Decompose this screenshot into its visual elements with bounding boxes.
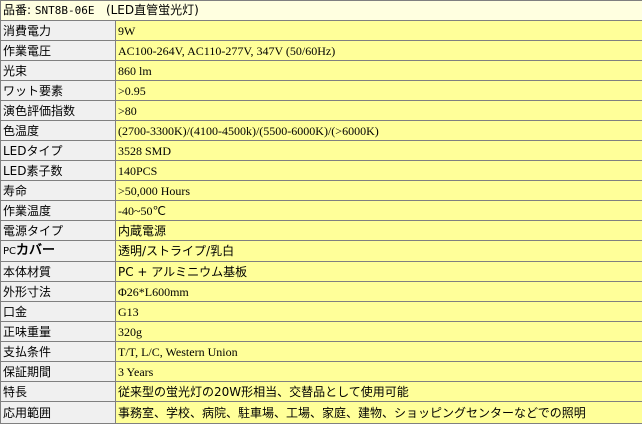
spec-label: 電源タイプ — [0, 220, 116, 241]
spec-value: >50,000 Hours — [115, 180, 642, 201]
product-code: SNT8B-06E — [34, 4, 95, 17]
spec-value: 事務室、学校、病院、駐車場、工場、家庭、建物、ショッピングセンターなどでの照明 — [115, 401, 642, 424]
spec-value: >0.95 — [115, 80, 642, 101]
spec-row-power-factor: ワット要素 >0.95 — [0, 80, 642, 101]
spec-value: 内蔵電源 — [115, 220, 642, 241]
spec-label: 口金 — [0, 301, 116, 322]
spec-label: 色温度 — [0, 120, 116, 141]
spec-row-power-supply: 電源タイプ 内蔵電源 — [0, 220, 642, 241]
spec-row-cri: 演色評価指数 >80 — [0, 100, 642, 121]
spec-label: 外形寸法 — [0, 281, 116, 302]
spec-label: 光束 — [0, 60, 116, 81]
spec-value: T/T, L/C, Western Union — [115, 341, 642, 362]
spec-row-led-count: LED素子数 140PCS — [0, 160, 642, 181]
spec-label: LED素子数 — [0, 160, 116, 181]
spec-label: 特長 — [0, 381, 116, 402]
spec-label: ワット要素 — [0, 80, 116, 101]
spec-label: 作業電圧 — [0, 40, 116, 61]
spec-value: 860 lm — [115, 60, 642, 81]
spec-value: >80 — [115, 100, 642, 121]
product-title: 品番: SNT8B-06E (LED直管蛍光灯) — [0, 0, 642, 21]
spec-row-features: 特長 従来型の蛍光灯の20W形相当、交替品として使用可能 — [0, 381, 642, 402]
product-number-label: 品番: — [3, 3, 32, 17]
spec-row-lifetime: 寿命 >50,000 Hours — [0, 180, 642, 201]
spec-row-payment-terms: 支払条件 T/T, L/C, Western Union — [0, 341, 642, 362]
spec-row-body-material: 本体材質 PC + アルミニウム基板 — [0, 261, 642, 282]
spec-value: 3528 SMD — [115, 140, 642, 161]
spec-row-applications: 応用範囲 事務室、学校、病院、駐車場、工場、家庭、建物、ショッピングセンターなど… — [0, 401, 642, 424]
title-row: 品番: SNT8B-06E (LED直管蛍光灯) — [0, 0, 642, 21]
spec-value: AC100-264V, AC110-277V, 347V (50/60Hz) — [115, 40, 642, 61]
spec-row-cover: PCカバー 透明/ストライプ/乳白 — [0, 240, 642, 262]
spec-label: 作業温度 — [0, 200, 116, 221]
spec-value: 320g — [115, 321, 642, 342]
spec-label: 保証期間 — [0, 361, 116, 382]
spec-row-power: 消費電力 9W — [0, 20, 642, 41]
spec-label: 応用範囲 — [0, 401, 116, 424]
spec-value: 従来型の蛍光灯の20W形相当、交替品として使用可能 — [115, 381, 642, 402]
spec-row-luminous-flux: 光束 860 lm — [0, 60, 642, 81]
spec-value: PC + アルミニウム基板 — [115, 261, 642, 282]
spec-value: 3 Years — [115, 361, 642, 382]
spec-value: 透明/ストライプ/乳白 — [115, 240, 642, 262]
spec-value: G13 — [115, 301, 642, 322]
spec-table: 品番: SNT8B-06E (LED直管蛍光灯) 消費電力 9W 作業電圧 AC… — [0, 0, 642, 424]
spec-label: 本体材質 — [0, 261, 116, 282]
spec-row-color-temperature: 色温度 (2700-3300K)/(4100-4500k)/(5500-6000… — [0, 120, 642, 141]
spec-value: -40~50℃ — [115, 200, 642, 221]
spec-value: 9W — [115, 20, 642, 41]
product-subtitle: (LED直管蛍光灯) — [105, 3, 199, 17]
spec-label-main: カバー — [16, 243, 56, 258]
spec-label: LEDタイプ — [0, 140, 116, 161]
spec-row-net-weight: 正味重量 320g — [0, 321, 642, 342]
spec-label: 消費電力 — [0, 20, 116, 41]
spec-row-operating-temperature: 作業温度 -40~50℃ — [0, 200, 642, 221]
spec-row-dimensions: 外形寸法 Φ26*L600mm — [0, 281, 642, 302]
spec-value: 140PCS — [115, 160, 642, 181]
spec-label: 正味重量 — [0, 321, 116, 342]
spec-row-led-type: LEDタイプ 3528 SMD — [0, 140, 642, 161]
spec-label: 演色評価指数 — [0, 100, 116, 121]
spec-value: (2700-3300K)/(4100-4500k)/(5500-6000K)/(… — [115, 120, 642, 141]
spec-row-voltage: 作業電圧 AC100-264V, AC110-277V, 347V (50/60… — [0, 40, 642, 61]
spec-label-prefix: PC — [3, 246, 17, 257]
spec-row-base: 口金 G13 — [0, 301, 642, 322]
spec-label: 支払条件 — [0, 341, 116, 362]
spec-label: PCカバー — [0, 240, 116, 262]
spec-label: 寿命 — [0, 180, 116, 201]
spec-row-warranty: 保証期間 3 Years — [0, 361, 642, 382]
spec-value: Φ26*L600mm — [115, 281, 642, 302]
